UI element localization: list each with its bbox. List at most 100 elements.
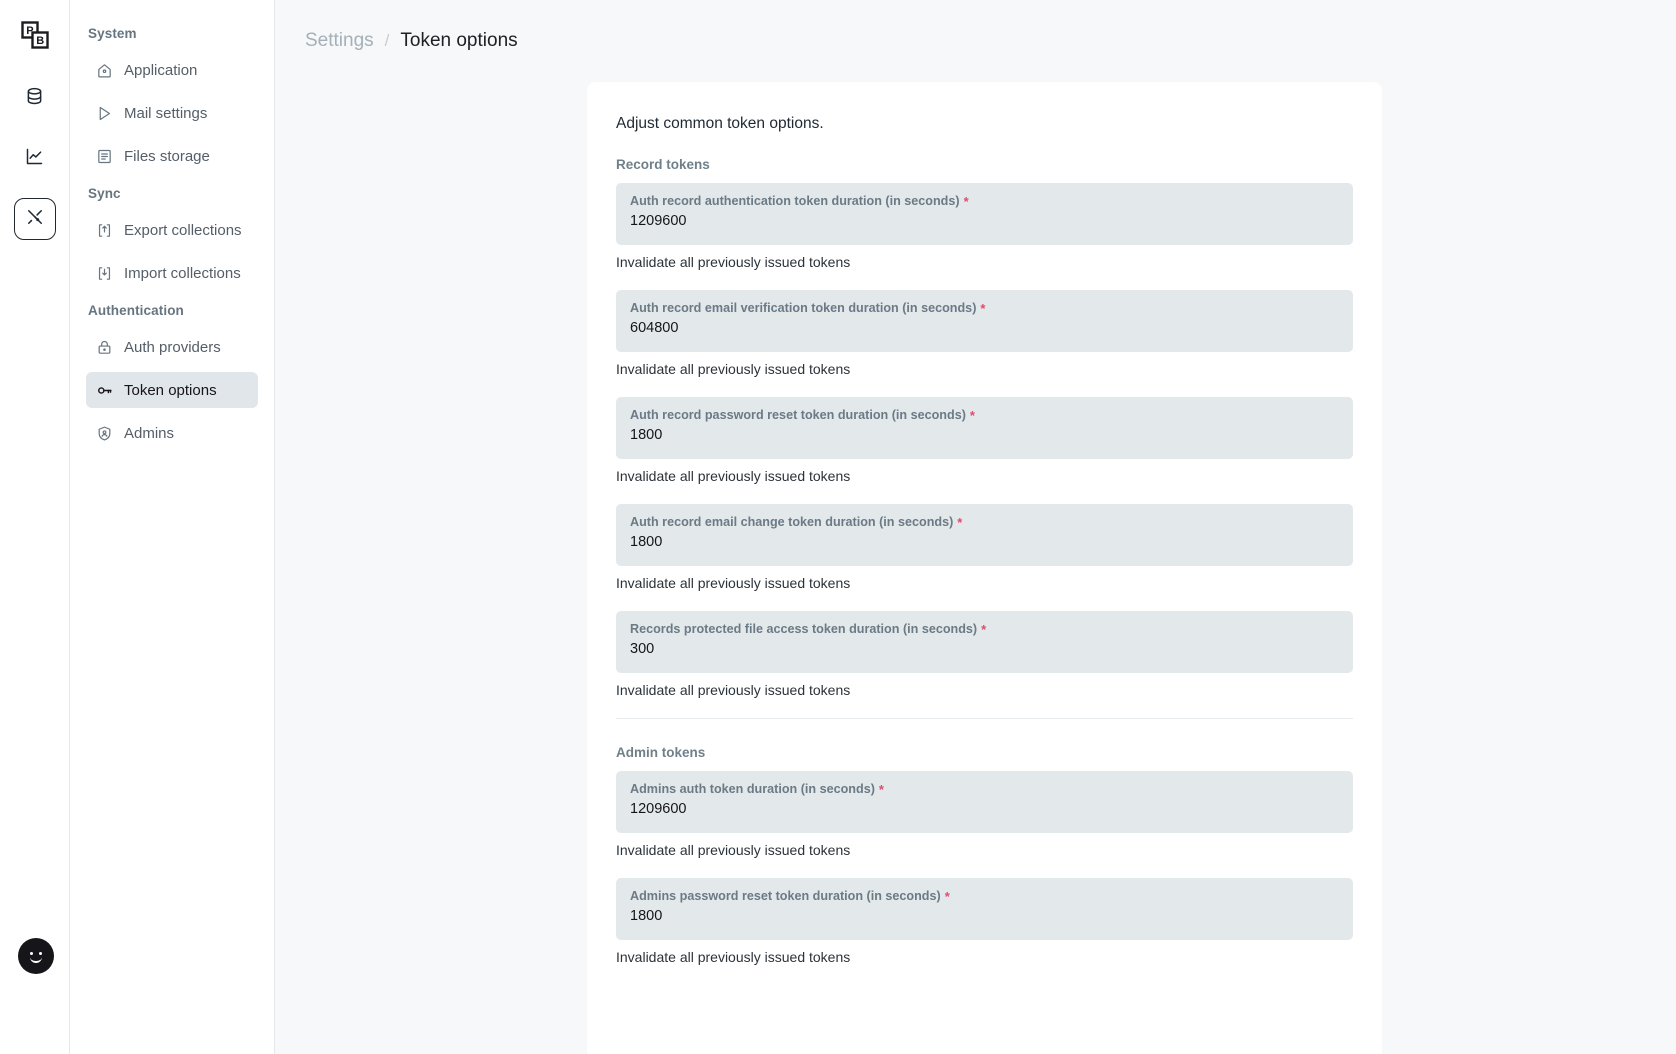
sidebar-item-label: Import collections <box>124 264 241 282</box>
sidebar-item-label: Files storage <box>124 147 210 165</box>
import-icon <box>96 265 113 282</box>
field-records-protected-file-access[interactable]: Records protected file access token dura… <box>616 611 1353 673</box>
database-icon <box>24 86 45 112</box>
field-label-text: Admins auth token duration (in seconds) <box>630 782 875 796</box>
invalidate-tokens-link[interactable]: Invalidate all previously issued tokens <box>616 468 1353 484</box>
field-label: Records protected file access token dura… <box>630 622 1339 636</box>
field-auth-record-email-change[interactable]: Auth record email change token duration … <box>616 504 1353 566</box>
field-block-auth-record-email-change: Auth record email change token duration … <box>616 504 1353 591</box>
send-icon <box>96 105 113 122</box>
required-asterisk: * <box>957 514 963 530</box>
field-block-auth-record-password-reset: Auth record password reset token duratio… <box>616 397 1353 484</box>
field-label: Admins auth token duration (in seconds) … <box>630 782 1339 796</box>
field-label: Auth record email change token duration … <box>630 515 1339 529</box>
field-auth-record-authentication[interactable]: Auth record authentication token duratio… <box>616 183 1353 245</box>
chart-line-icon <box>24 146 45 172</box>
invalidate-tokens-link[interactable]: Invalidate all previously issued tokens <box>616 682 1353 698</box>
tools-icon <box>25 207 45 232</box>
section-title: Record tokens <box>616 157 710 172</box>
field-input[interactable] <box>630 427 1339 443</box>
svg-text:P: P <box>26 25 33 37</box>
rail-item-settings[interactable] <box>13 198 56 240</box>
field-auth-record-email-verification[interactable]: Auth record email verification token dur… <box>616 290 1353 352</box>
app-root: P B System Application Mail settings Fil… <box>0 0 1676 1054</box>
section-divider <box>616 718 1353 719</box>
required-asterisk: * <box>878 781 884 797</box>
required-asterisk: * <box>980 300 986 316</box>
required-asterisk: * <box>969 407 975 423</box>
sidebar-group-title-system: System <box>88 26 137 41</box>
field-label: Auth record password reset token duratio… <box>630 408 1339 422</box>
field-label-text: Auth record authentication token duratio… <box>630 194 960 208</box>
sidebar-item-label: Application <box>124 61 198 79</box>
home-icon <box>96 62 113 79</box>
invalidate-tokens-link[interactable]: Invalidate all previously issued tokens <box>616 254 1353 270</box>
sidebar-item-token-options[interactable]: Token options <box>86 372 258 408</box>
avatar-eye-left <box>30 952 33 955</box>
avatar-eye-right <box>39 952 42 955</box>
field-label-text: Records protected file access token dura… <box>630 622 978 636</box>
lock-icon <box>96 339 113 356</box>
field-block-auth-record-email-verification: Auth record email verification token dur… <box>616 290 1353 377</box>
settings-sidebar: System Application Mail settings Files s… <box>70 0 275 1054</box>
export-icon <box>96 222 113 239</box>
field-admins-password-reset[interactable]: Admins password reset token duration (in… <box>616 878 1353 940</box>
sidebar-item-files-storage[interactable]: Files storage <box>86 138 258 174</box>
sidebar-item-auth-providers[interactable]: Auth providers <box>86 329 258 365</box>
sidebar-item-export-collections[interactable]: Export collections <box>86 212 258 248</box>
field-input[interactable] <box>630 641 1339 657</box>
token-options-card: Adjust common token options. Record toke… <box>587 82 1382 1054</box>
field-input[interactable] <box>630 534 1339 550</box>
section-admin-tokens: Admin tokens Admins auth token duration … <box>616 745 1353 965</box>
sidebar-item-label: Auth providers <box>124 338 221 356</box>
sidebar-item-admins[interactable]: Admins <box>86 415 258 451</box>
sidebar-item-label: Mail settings <box>124 104 208 122</box>
field-label-text: Auth record password reset token duratio… <box>630 408 966 422</box>
sidebar-item-mail-settings[interactable]: Mail settings <box>86 95 258 131</box>
required-asterisk: * <box>963 193 969 209</box>
field-label: Auth record email verification token dur… <box>630 301 1339 315</box>
invalidate-tokens-link[interactable]: Invalidate all previously issued tokens <box>616 575 1353 591</box>
sidebar-group-title-authentication: Authentication <box>88 303 184 318</box>
invalidate-tokens-link[interactable]: Invalidate all previously issued tokens <box>616 949 1353 965</box>
invalidate-tokens-link[interactable]: Invalidate all previously issued tokens <box>616 842 1353 858</box>
breadcrumb: Settings / Token options <box>305 30 518 52</box>
card-intro-text: Adjust common token options. <box>616 115 824 132</box>
field-label: Admins password reset token duration (in… <box>630 889 1339 903</box>
field-label: Auth record authentication token duratio… <box>630 194 1339 208</box>
section-record-tokens: Record tokens Auth record authentication… <box>616 157 1353 698</box>
sidebar-item-application[interactable]: Application <box>86 52 258 88</box>
main-content: Settings / Token options Adjust common t… <box>275 0 1676 1054</box>
pb-logo-svg: P B <box>20 21 49 49</box>
avatar-mouth <box>30 957 42 963</box>
key-icon <box>96 382 113 399</box>
field-block-records-protected-file-access: Records protected file access token dura… <box>616 611 1353 698</box>
content-area: Adjust common token options. Record toke… <box>275 82 1676 1054</box>
sidebar-item-label: Token options <box>124 381 217 399</box>
field-input[interactable] <box>630 213 1339 229</box>
pocketbase-logo-icon[interactable]: P B <box>14 14 56 56</box>
section-title: Admin tokens <box>616 745 706 760</box>
archive-icon <box>96 148 113 165</box>
field-block-admins-password-reset: Admins password reset token duration (in… <box>616 878 1353 965</box>
field-label-text: Auth record email verification token dur… <box>630 301 977 315</box>
field-label-text: Admins password reset token duration (in… <box>630 889 941 903</box>
field-admins-auth[interactable]: Admins auth token duration (in seconds) … <box>616 771 1353 833</box>
invalidate-tokens-link[interactable]: Invalidate all previously issued tokens <box>616 361 1353 377</box>
field-block-auth-record-authentication: Auth record authentication token duratio… <box>616 183 1353 270</box>
user-avatar[interactable] <box>18 938 54 974</box>
sidebar-item-label: Admins <box>124 424 175 442</box>
breadcrumb-settings[interactable]: Settings <box>305 30 374 52</box>
field-auth-record-password-reset[interactable]: Auth record password reset token duratio… <box>616 397 1353 459</box>
sidebar-group-title-sync: Sync <box>88 186 121 201</box>
field-input[interactable] <box>630 908 1339 924</box>
svg-text:B: B <box>36 35 44 47</box>
sidebar-item-import-collections[interactable]: Import collections <box>86 255 258 291</box>
field-input[interactable] <box>630 801 1339 817</box>
field-input[interactable] <box>630 320 1339 336</box>
rail-item-collections[interactable] <box>14 78 56 120</box>
breadcrumb-separator: / <box>384 31 390 50</box>
rail-item-logs[interactable] <box>14 138 56 180</box>
field-label-text: Auth record email change token duration … <box>630 515 954 529</box>
topbar: Settings / Token options <box>275 0 1676 82</box>
